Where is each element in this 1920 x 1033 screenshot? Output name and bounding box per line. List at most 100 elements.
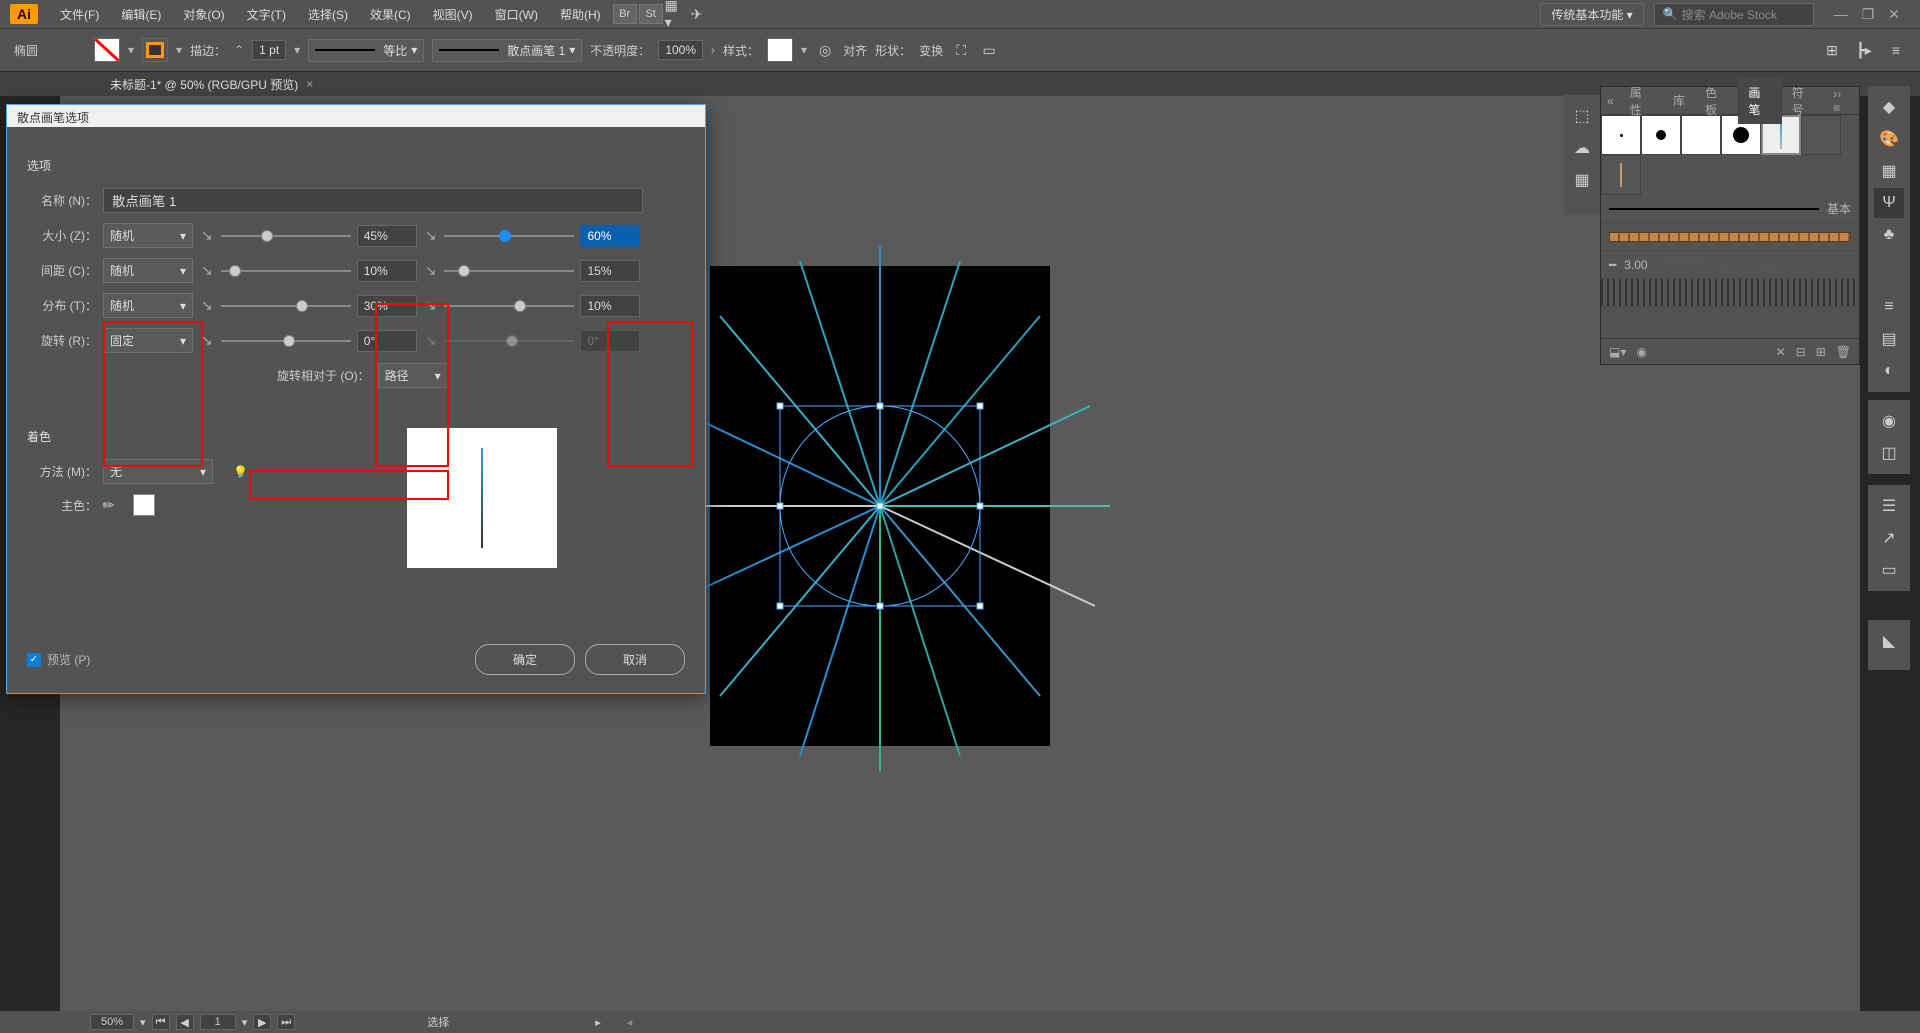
link-icon[interactable]: ↘ — [425, 262, 437, 279]
rotation-value-1[interactable]: 0° — [357, 330, 417, 352]
close-icon[interactable]: ✕ — [1888, 6, 1900, 23]
spacing-mode-select[interactable]: 随机▾ — [103, 258, 193, 283]
menu-view[interactable]: 视图(V) — [423, 2, 483, 27]
link-icon[interactable]: ↘ — [201, 332, 213, 349]
link-icon[interactable]: ↘ — [201, 262, 213, 279]
chevron-down-icon[interactable]: ▾ — [140, 1016, 146, 1029]
chevron-down-icon[interactable]: ▾ — [801, 43, 807, 57]
menu-object[interactable]: 对象(O) — [173, 2, 234, 27]
brush-select[interactable]: 散点画笔 1 ▾ — [432, 39, 582, 62]
style-swatch[interactable] — [767, 38, 793, 62]
align-label[interactable]: 对齐 — [843, 42, 867, 59]
rotation-relative-select[interactable]: 路径▾ — [378, 363, 448, 388]
link-icon[interactable]: ↘ — [201, 227, 213, 244]
gradient-panel-icon[interactable]: ▤ — [1874, 324, 1904, 354]
size-value-1[interactable]: 45% — [357, 225, 417, 247]
stroke-stepper-up[interactable]: ⌃ — [234, 43, 244, 57]
link-icon[interactable]: ↘ — [425, 332, 437, 349]
shape-props-label[interactable]: 形状： — [875, 42, 911, 59]
rotation-slider-1[interactable] — [221, 340, 351, 342]
menu-effect[interactable]: 效果(C) — [360, 2, 421, 27]
scatter-value-2[interactable]: 10% — [580, 295, 640, 317]
zoom-level[interactable]: 50% — [90, 1014, 134, 1030]
scatter-slider-2[interactable] — [444, 305, 574, 307]
tab-close-icon[interactable]: × — [306, 77, 313, 91]
brush-preset[interactable] — [1601, 155, 1641, 195]
minimize-icon[interactable]: — — [1834, 6, 1848, 23]
bridge-icon[interactable]: Br — [613, 4, 637, 24]
layers-panel-icon[interactable]: ☰ — [1874, 491, 1904, 521]
menu-window[interactable]: 窗口(W) — [485, 2, 548, 27]
panel-collapse-icon[interactable]: « — [1601, 94, 1620, 108]
clip-icon[interactable]: ▭ — [979, 40, 999, 60]
fill-swatch[interactable] — [94, 38, 120, 62]
maximize-icon[interactable]: ❐ — [1862, 6, 1875, 23]
workspace-switcher[interactable]: 传统基本功能 ▾ — [1540, 3, 1643, 26]
color-panel-icon[interactable]: 🎨 — [1874, 124, 1904, 154]
new-brush-icon[interactable]: ⊞ — [1816, 345, 1826, 359]
size-value-2[interactable]: 60% — [580, 225, 640, 247]
first-artboard-button[interactable]: ⏮ — [152, 1014, 170, 1030]
scatter-mode-select[interactable]: 随机▾ — [103, 293, 193, 318]
artboard[interactable] — [710, 266, 1050, 746]
spacing-slider-2[interactable] — [444, 270, 574, 272]
recolor-icon[interactable]: ◎ — [815, 40, 835, 60]
gpu-icon[interactable]: ✈ — [687, 4, 707, 24]
tab-brushes[interactable]: 画笔 — [1738, 78, 1781, 124]
transparency-panel-icon[interactable]: ◐ — [1874, 356, 1904, 386]
chevron-down-icon[interactable]: ▾ — [128, 43, 134, 57]
library-icon[interactable]: ⬓▾ — [1609, 345, 1626, 359]
stroke-weight-field[interactable]: 1 pt — [252, 40, 286, 60]
status-chevron-icon[interactable]: ▸ — [595, 1016, 601, 1029]
prefs-icon[interactable]: ┣▸ — [1854, 40, 1874, 60]
method-select[interactable]: 无▾ — [103, 459, 213, 484]
chevron-down-icon[interactable]: ▾ — [294, 43, 300, 57]
document-tab[interactable]: 未标题-1* @ 50% (RGB/GPU 预览) × — [100, 72, 323, 97]
appearance-panel-icon[interactable]: ◉ — [1874, 406, 1904, 436]
brush-calligraphic-row[interactable]: ━ 3.00 — [1601, 251, 1859, 279]
isolate-icon[interactable]: ⛶ — [951, 40, 971, 60]
tab-libraries[interactable]: 库 — [1663, 86, 1695, 115]
remove-stroke-icon[interactable]: ✕ — [1776, 345, 1786, 359]
libraries-icon[interactable]: ◉ — [1636, 345, 1646, 359]
symbols-panel-icon[interactable]: ♣ — [1874, 220, 1904, 250]
options-icon[interactable]: ⊟ — [1796, 345, 1806, 359]
brush-chalk-row[interactable] — [1601, 279, 1859, 307]
asset-export-icon[interactable]: ↗ — [1874, 523, 1904, 553]
stroke-panel-icon[interactable]: ≡ — [1874, 292, 1904, 322]
eyedropper-icon[interactable]: ✎ — [99, 495, 119, 515]
corner-icon[interactable]: ◣ — [1874, 626, 1904, 656]
artboards-panel-icon[interactable]: ▭ — [1874, 555, 1904, 585]
cube-icon[interactable]: ⬚ — [1567, 101, 1597, 131]
delete-brush-icon[interactable]: 🗑 — [1836, 345, 1851, 359]
last-artboard-button[interactable]: ⏭ — [277, 1014, 295, 1030]
preview-checkbox-label[interactable]: 预览 (P) — [47, 651, 90, 668]
spacing-value-2[interactable]: 15% — [580, 260, 640, 282]
brush-basic-row[interactable]: 基本 — [1601, 195, 1859, 223]
link-icon[interactable]: ↘ — [425, 297, 437, 314]
grid-icon[interactable]: ▦ — [1567, 165, 1597, 195]
ok-button[interactable]: 确定 — [475, 644, 575, 675]
opacity-field[interactable]: 100% — [658, 40, 703, 60]
cancel-button[interactable]: 取消 — [585, 644, 685, 675]
tab-swatches[interactable]: 色板 — [1695, 78, 1738, 124]
menu-type[interactable]: 文字(T) — [237, 2, 296, 27]
link-icon[interactable]: ↘ — [425, 227, 437, 244]
tip-icon[interactable]: 💡 — [233, 465, 248, 479]
cloud-icon[interactable]: ☁ — [1567, 133, 1597, 163]
size-slider-1[interactable] — [221, 235, 351, 237]
graphic-styles-icon[interactable]: ◫ — [1874, 438, 1904, 468]
chevron-right-icon[interactable]: › — [711, 43, 715, 57]
stroke-swatch[interactable] — [142, 38, 168, 62]
menu-icon[interactable]: ≡ — [1886, 40, 1906, 60]
spacing-value-1[interactable]: 10% — [357, 260, 417, 282]
cc-libraries-icon[interactable]: ◆ — [1874, 92, 1904, 122]
brushes-panel-icon[interactable]: Ψ — [1874, 188, 1904, 218]
chevron-down-icon[interactable]: ▾ — [242, 1016, 248, 1029]
menu-edit[interactable]: 编辑(E) — [111, 2, 171, 27]
search-input[interactable]: 🔍搜索 Adobe Stock — [1654, 3, 1814, 26]
stock-icon[interactable]: St — [639, 4, 663, 24]
rotation-mode-select[interactable]: 固定▾ — [103, 328, 193, 353]
key-color-swatch[interactable] — [133, 494, 155, 516]
prev-artboard-button[interactable]: ◀ — [176, 1014, 194, 1030]
